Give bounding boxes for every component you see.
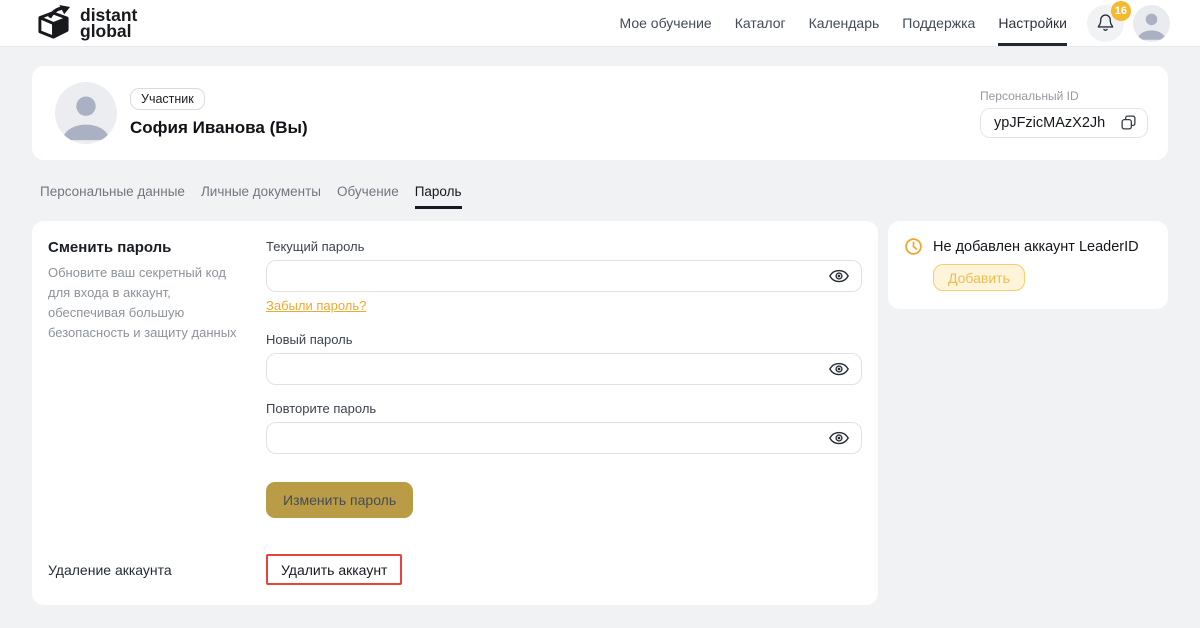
brand-name: distant global — [80, 4, 138, 41]
settings-page: Участник София Иванова (Вы) Персональный… — [0, 47, 1200, 605]
main-nav: Мое обучение Каталог Календарь Поддержка… — [620, 0, 1067, 46]
leaderid-card: Не добавлен аккаунт LeaderID Добавить — [888, 221, 1168, 309]
person-silhouette-icon — [1133, 5, 1170, 42]
current-password-input[interactable] — [266, 260, 862, 292]
nav-item-calendar[interactable]: Календарь — [809, 0, 880, 46]
cube-arrow-logo-icon — [36, 4, 71, 42]
delete-account-label: Удаление аккаунта — [48, 561, 172, 578]
copy-icon — [1120, 114, 1137, 131]
role-badge: Участник — [130, 88, 205, 110]
change-password-title: Сменить пароль — [48, 239, 172, 256]
profile-avatar — [55, 82, 117, 144]
eye-icon — [828, 427, 850, 449]
personal-id-field: ypJFzicMAzX2Jh — [980, 107, 1148, 138]
add-leaderid-button[interactable]: Добавить — [933, 264, 1025, 291]
tab-password[interactable]: Пароль — [414, 184, 462, 209]
copy-id-button[interactable] — [1120, 114, 1137, 131]
tab-personal-documents[interactable]: Личные документы — [201, 184, 321, 209]
current-password-label: Текущий пароль — [266, 239, 365, 254]
profile-card: Участник София Иванова (Вы) Персональный… — [32, 66, 1168, 160]
personal-id-label: Персональный ID — [980, 88, 1079, 103]
toggle-new-password-visibility[interactable] — [828, 358, 850, 380]
top-header: distant global Мое обучение Каталог Кале… — [0, 0, 1200, 47]
new-password-input[interactable] — [266, 353, 862, 385]
new-password-label: Новый пароль — [266, 332, 353, 347]
change-password-description: Обновите ваш секретный код для входа в а… — [48, 265, 237, 341]
toggle-current-password-visibility[interactable] — [828, 265, 850, 287]
tab-personal-data[interactable]: Персональные данные — [40, 184, 185, 209]
toggle-repeat-password-visibility[interactable] — [828, 427, 850, 449]
notifications-button[interactable]: 16 — [1087, 0, 1131, 42]
forgot-password-link[interactable]: Забыли пароль? — [266, 298, 366, 313]
eye-icon — [828, 358, 850, 380]
nav-item-settings[interactable]: Настройки — [998, 0, 1067, 46]
delete-account-button[interactable]: Удалить аккаунт — [266, 554, 403, 585]
nav-item-my-learning[interactable]: Мое обучение — [620, 0, 712, 46]
personal-id-block: Персональный ID ypJFzicMAzX2Jh — [980, 89, 1148, 138]
tab-learning[interactable]: Обучение — [337, 184, 399, 209]
change-password-button[interactable]: Изменить пароль — [266, 482, 414, 518]
repeat-password-label: Повторите пароль — [266, 401, 377, 416]
change-password-card: Сменить пароль Обновите ваш секретный ко… — [32, 221, 878, 605]
repeat-password-input[interactable] — [266, 422, 862, 454]
nav-item-support[interactable]: Поддержка — [902, 0, 975, 46]
profile-tabs: Персональные данные Личные документы Обу… — [32, 184, 1168, 209]
clock-icon — [904, 237, 923, 256]
user-avatar-button[interactable] — [1133, 4, 1170, 42]
leaderid-status-message: Не добавлен аккаунт LeaderID — [933, 238, 1139, 255]
notification-count-badge: 16 — [1110, 0, 1131, 21]
brand-logo[interactable]: distant global — [36, 0, 137, 46]
person-silhouette-icon — [55, 82, 117, 144]
personal-id-value: ypJFzicMAzX2Jh — [994, 114, 1106, 131]
profile-name: София Иванова (Вы) — [130, 118, 308, 137]
eye-icon — [828, 265, 850, 287]
nav-item-catalog[interactable]: Каталог — [735, 0, 786, 46]
